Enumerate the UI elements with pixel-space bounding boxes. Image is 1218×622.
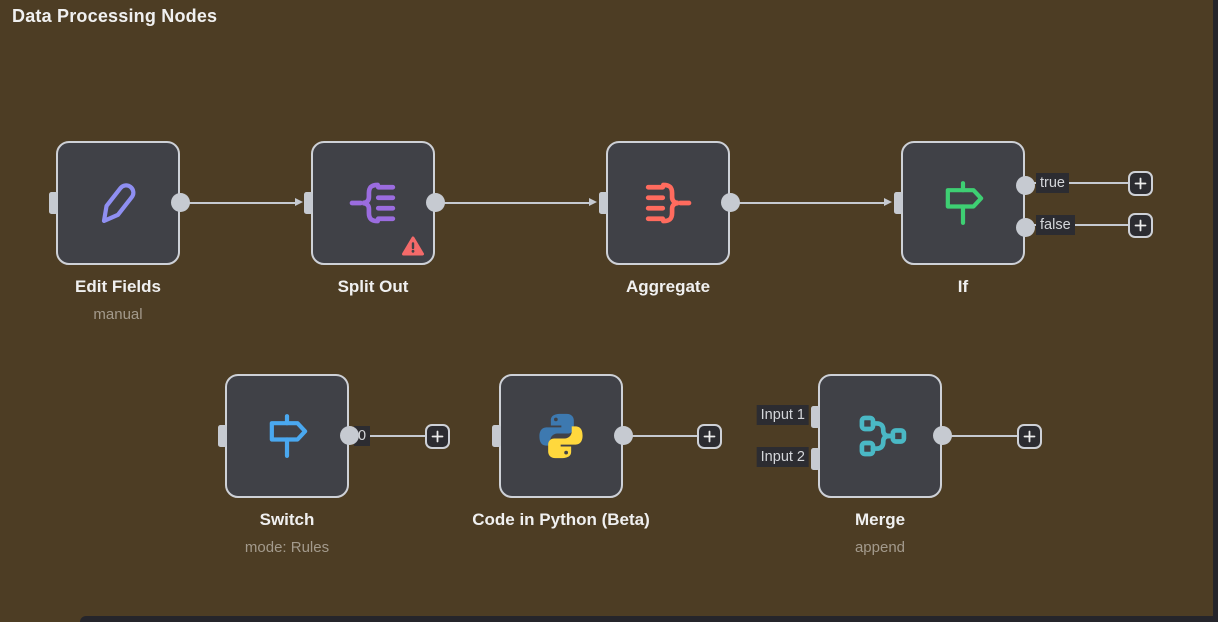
bottom-panel-edge bbox=[80, 616, 1218, 622]
output-port-false[interactable] bbox=[1016, 218, 1035, 237]
output-port[interactable] bbox=[721, 193, 740, 212]
input-label-1: Input 1 bbox=[757, 405, 809, 425]
signpost-icon bbox=[259, 408, 315, 464]
plus-icon bbox=[1021, 428, 1038, 445]
output-port-true[interactable] bbox=[1016, 176, 1035, 195]
plus-icon bbox=[429, 428, 446, 445]
node-title: Aggregate bbox=[626, 277, 710, 297]
node-title: Merge bbox=[855, 510, 905, 530]
node-title: If bbox=[958, 277, 968, 297]
plus-icon bbox=[701, 428, 718, 445]
node-aggregate[interactable]: Aggregate bbox=[606, 141, 730, 265]
app-frame-right-edge bbox=[1213, 0, 1218, 622]
wire-python-out bbox=[630, 435, 697, 437]
plus-icon bbox=[1132, 217, 1149, 234]
add-node-button[interactable] bbox=[697, 424, 722, 449]
pen-icon bbox=[90, 175, 146, 231]
output-label-true: true bbox=[1036, 173, 1069, 193]
wire-editfields-splitout bbox=[186, 202, 296, 204]
wire-splitout-aggregate bbox=[442, 202, 590, 204]
split-out-icon bbox=[345, 175, 401, 231]
add-node-button[interactable] bbox=[425, 424, 450, 449]
node-if[interactable]: If bbox=[901, 141, 1025, 265]
wire-aggregate-if bbox=[737, 202, 885, 204]
wire-merge-out bbox=[949, 435, 1017, 437]
plus-icon bbox=[1132, 175, 1149, 192]
add-node-button[interactable] bbox=[1128, 213, 1153, 238]
input-port[interactable] bbox=[894, 192, 903, 214]
node-split-out[interactable]: Split Out bbox=[311, 141, 435, 265]
input-port[interactable] bbox=[218, 425, 227, 447]
signpost-icon bbox=[935, 175, 991, 231]
input-port[interactable] bbox=[492, 425, 501, 447]
page-title: Data Processing Nodes bbox=[12, 6, 217, 27]
node-merge[interactable]: Merge append bbox=[818, 374, 942, 498]
output-port[interactable] bbox=[171, 193, 190, 212]
node-title: Switch bbox=[260, 510, 315, 530]
warning-icon bbox=[402, 236, 424, 256]
output-port[interactable] bbox=[426, 193, 445, 212]
add-node-button[interactable] bbox=[1017, 424, 1042, 449]
python-icon bbox=[533, 408, 589, 464]
input-port-2[interactable] bbox=[811, 448, 820, 470]
node-subtitle: append bbox=[855, 539, 905, 556]
node-edit-fields[interactable]: Edit Fields manual bbox=[56, 141, 180, 265]
add-node-button[interactable] bbox=[1128, 171, 1153, 196]
arrowhead-icon bbox=[589, 198, 597, 206]
output-port[interactable] bbox=[614, 426, 633, 445]
node-title: Edit Fields bbox=[75, 277, 161, 297]
output-port[interactable] bbox=[340, 426, 359, 445]
node-code-python[interactable]: Code in Python (Beta) bbox=[499, 374, 623, 498]
input-label-2: Input 2 bbox=[757, 447, 809, 467]
arrowhead-icon bbox=[295, 198, 303, 206]
node-subtitle: manual bbox=[93, 306, 142, 323]
node-switch[interactable]: Switch mode: Rules bbox=[225, 374, 349, 498]
output-port[interactable] bbox=[933, 426, 952, 445]
output-label-false: false bbox=[1036, 215, 1075, 235]
aggregate-icon bbox=[640, 175, 696, 231]
input-port[interactable] bbox=[304, 192, 313, 214]
arrowhead-icon bbox=[884, 198, 892, 206]
input-port-1[interactable] bbox=[811, 406, 820, 428]
input-port[interactable] bbox=[599, 192, 608, 214]
node-subtitle: mode: Rules bbox=[245, 539, 329, 556]
node-title: Code in Python (Beta) bbox=[472, 510, 650, 530]
workflow-canvas[interactable]: Data Processing Nodes true false 0 Input… bbox=[0, 0, 1218, 622]
merge-icon bbox=[852, 408, 908, 464]
input-port[interactable] bbox=[49, 192, 58, 214]
node-title: Split Out bbox=[338, 277, 409, 297]
